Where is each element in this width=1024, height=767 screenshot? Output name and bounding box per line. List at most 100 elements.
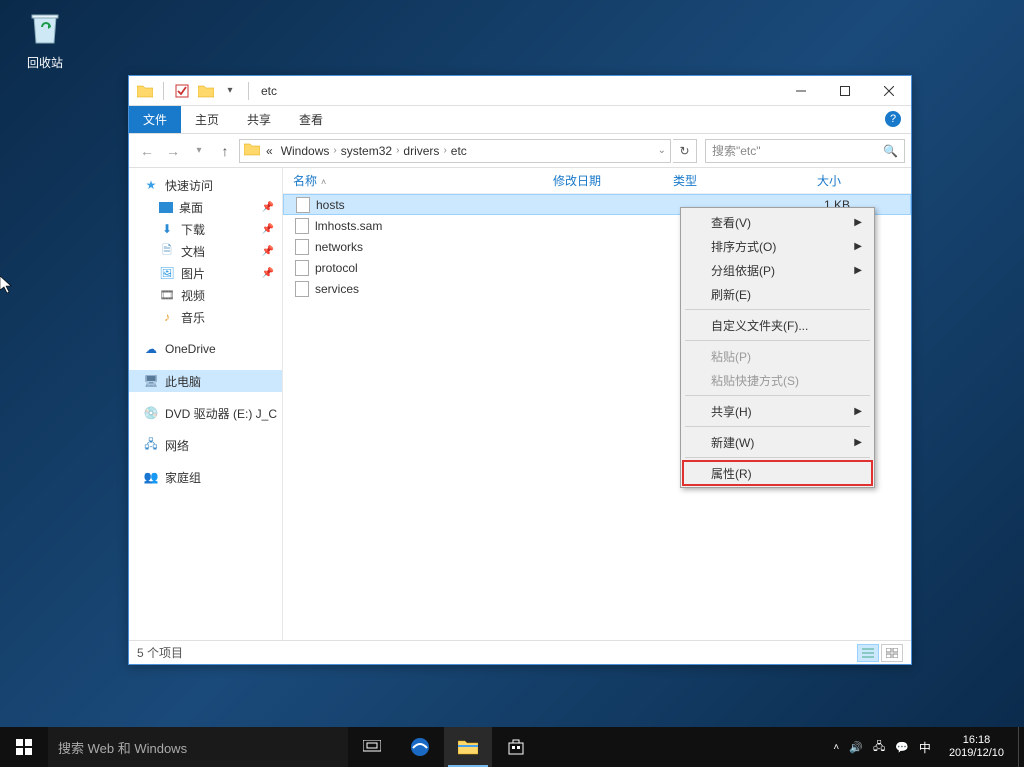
cm-sort[interactable]: 排序方式(O)▶ bbox=[683, 234, 872, 258]
qat-checkbox-icon[interactable] bbox=[172, 81, 192, 101]
action-center-icon[interactable]: 💬 bbox=[895, 741, 909, 754]
breadcrumb[interactable]: drivers bbox=[399, 144, 443, 158]
tab-home[interactable]: 主页 bbox=[181, 106, 233, 133]
show-desktop-button[interactable] bbox=[1018, 727, 1024, 767]
cm-group[interactable]: 分组依据(P)▶ bbox=[683, 258, 872, 282]
taskbar-search-placeholder: 搜索 Web 和 Windows bbox=[58, 738, 187, 757]
sidebar-quick-access[interactable]: ★快速访问 bbox=[129, 174, 282, 196]
titlebar: ▾ etc bbox=[129, 76, 911, 106]
volume-icon[interactable]: 🔊 bbox=[849, 741, 863, 754]
explorer-icon bbox=[458, 739, 478, 755]
menu-separator bbox=[685, 309, 870, 310]
folder-icon bbox=[244, 142, 262, 160]
tab-share[interactable]: 共享 bbox=[233, 106, 285, 133]
music-icon: ♪ bbox=[159, 309, 175, 325]
status-text: 5 个项目 bbox=[137, 644, 183, 661]
store-icon bbox=[507, 738, 525, 756]
cm-paste-shortcut: 粘贴快捷方式(S) bbox=[683, 368, 872, 392]
tab-file[interactable]: 文件 bbox=[129, 106, 181, 133]
network-tray-icon[interactable]: 🖧 bbox=[873, 738, 885, 757]
taskbar-store[interactable] bbox=[492, 727, 540, 767]
col-size[interactable]: 大小 bbox=[773, 172, 853, 189]
breadcrumb[interactable]: Windows bbox=[277, 144, 334, 158]
forward-button[interactable]: → bbox=[161, 139, 185, 163]
sidebar-item-documents[interactable]: 🗎文档📌 bbox=[129, 240, 282, 262]
address-dropdown-icon[interactable]: ⌄ bbox=[658, 145, 666, 156]
up-button[interactable]: ↑ bbox=[213, 139, 237, 163]
pin-icon: 📌 bbox=[262, 268, 274, 279]
start-button[interactable] bbox=[0, 727, 48, 767]
cm-paste: 粘贴(P) bbox=[683, 344, 872, 368]
sidebar-network[interactable]: 🖧网络 bbox=[129, 434, 282, 456]
col-type[interactable]: 类型 bbox=[663, 172, 773, 189]
minimize-button[interactable] bbox=[779, 77, 823, 105]
desktop-icon bbox=[159, 202, 173, 213]
breadcrumb[interactable]: system32 bbox=[337, 144, 396, 158]
cm-new[interactable]: 新建(W)▶ bbox=[683, 430, 872, 454]
menu-separator bbox=[685, 340, 870, 341]
taskbar-clock[interactable]: 16:18 2019/12/10 bbox=[941, 734, 1012, 760]
sidebar-item-music[interactable]: ♪音乐 bbox=[129, 306, 282, 328]
tab-view[interactable]: 查看 bbox=[285, 106, 337, 133]
taskbar-edge[interactable] bbox=[396, 727, 444, 767]
sidebar-item-downloads[interactable]: ⬇下载📌 bbox=[129, 218, 282, 240]
search-input[interactable]: 搜索"etc" 🔍 bbox=[705, 139, 905, 163]
submenu-arrow-icon: ▶ bbox=[854, 217, 862, 228]
close-button[interactable] bbox=[867, 77, 911, 105]
back-button[interactable]: ← bbox=[135, 139, 159, 163]
taskbar-search[interactable]: 搜索 Web 和 Windows bbox=[48, 727, 348, 767]
recycle-bin-label: 回收站 bbox=[15, 54, 75, 71]
address-bar[interactable]: « Windows› system32› drivers› etc ⌄ bbox=[239, 139, 671, 163]
folder-icon bbox=[135, 81, 155, 101]
sidebar-homegroup[interactable]: 👥家庭组 bbox=[129, 466, 282, 488]
maximize-button[interactable] bbox=[823, 77, 867, 105]
homegroup-icon: 👥 bbox=[143, 469, 159, 485]
file-icon bbox=[295, 218, 309, 234]
ime-indicator[interactable]: 中 bbox=[919, 739, 931, 756]
submenu-arrow-icon: ▶ bbox=[854, 437, 862, 448]
col-date[interactable]: 修改日期 bbox=[543, 172, 663, 189]
tray-overflow-icon[interactable]: ˄ bbox=[833, 742, 839, 753]
cm-properties[interactable]: 属性(R) bbox=[683, 461, 872, 485]
recent-dropdown[interactable]: ▾ bbox=[187, 139, 211, 163]
clock-date: 2019/12/10 bbox=[949, 747, 1004, 760]
disc-icon: 💿 bbox=[143, 405, 159, 421]
sidebar-item-desktop[interactable]: 桌面📌 bbox=[129, 196, 282, 218]
task-view-button[interactable] bbox=[348, 727, 396, 767]
recycle-bin[interactable]: 回收站 bbox=[15, 5, 75, 71]
icons-view-button[interactable] bbox=[881, 644, 903, 662]
details-view-button[interactable] bbox=[857, 644, 879, 662]
refresh-button[interactable]: ↻ bbox=[673, 139, 697, 163]
sidebar-item-videos[interactable]: 🎞视频 bbox=[129, 284, 282, 306]
cloud-icon: ☁ bbox=[143, 341, 159, 357]
clock-time: 16:18 bbox=[949, 734, 1004, 747]
col-name[interactable]: 名称˄ bbox=[283, 172, 543, 189]
qat-dropdown-icon[interactable]: ▾ bbox=[220, 81, 240, 101]
breadcrumb-ellipsis[interactable]: « bbox=[262, 144, 277, 158]
pin-icon: 📌 bbox=[262, 202, 274, 213]
system-tray: ˄ 🔊 🖧 💬 中 16:18 2019/12/10 bbox=[833, 734, 1018, 760]
qat-folder-icon[interactable] bbox=[196, 81, 216, 101]
sidebar-this-pc[interactable]: 🖥此电脑 bbox=[129, 370, 282, 392]
sidebar-dvd[interactable]: 💿DVD 驱动器 (E:) J_C bbox=[129, 402, 282, 424]
file-icon bbox=[295, 281, 309, 297]
nav-sidebar: ★快速访问 桌面📌 ⬇下载📌 🗎文档📌 🖼图片📌 🎞视频 ♪音乐 ☁OneDri… bbox=[129, 168, 283, 640]
cm-customize[interactable]: 自定义文件夹(F)... bbox=[683, 313, 872, 337]
sidebar-item-pictures[interactable]: 🖼图片📌 bbox=[129, 262, 282, 284]
titlebar-divider2 bbox=[248, 82, 249, 100]
help-icon[interactable]: ? bbox=[885, 111, 901, 127]
breadcrumb[interactable]: etc bbox=[447, 144, 471, 158]
search-placeholder: 搜索"etc" bbox=[712, 142, 761, 159]
document-icon: 🗎 bbox=[159, 243, 175, 259]
context-menu: 查看(V)▶ 排序方式(O)▶ 分组依据(P)▶ 刷新(E) 自定义文件夹(F)… bbox=[680, 207, 875, 488]
download-icon: ⬇ bbox=[159, 221, 175, 237]
sidebar-onedrive[interactable]: ☁OneDrive bbox=[129, 338, 282, 360]
cm-view[interactable]: 查看(V)▶ bbox=[683, 210, 872, 234]
status-bar: 5 个项目 bbox=[129, 640, 911, 664]
submenu-arrow-icon: ▶ bbox=[854, 406, 862, 417]
windows-logo-icon bbox=[16, 739, 32, 755]
cm-share[interactable]: 共享(H)▶ bbox=[683, 399, 872, 423]
cm-refresh[interactable]: 刷新(E) bbox=[683, 282, 872, 306]
video-icon: 🎞 bbox=[159, 287, 175, 303]
taskbar-explorer[interactable] bbox=[444, 727, 492, 767]
